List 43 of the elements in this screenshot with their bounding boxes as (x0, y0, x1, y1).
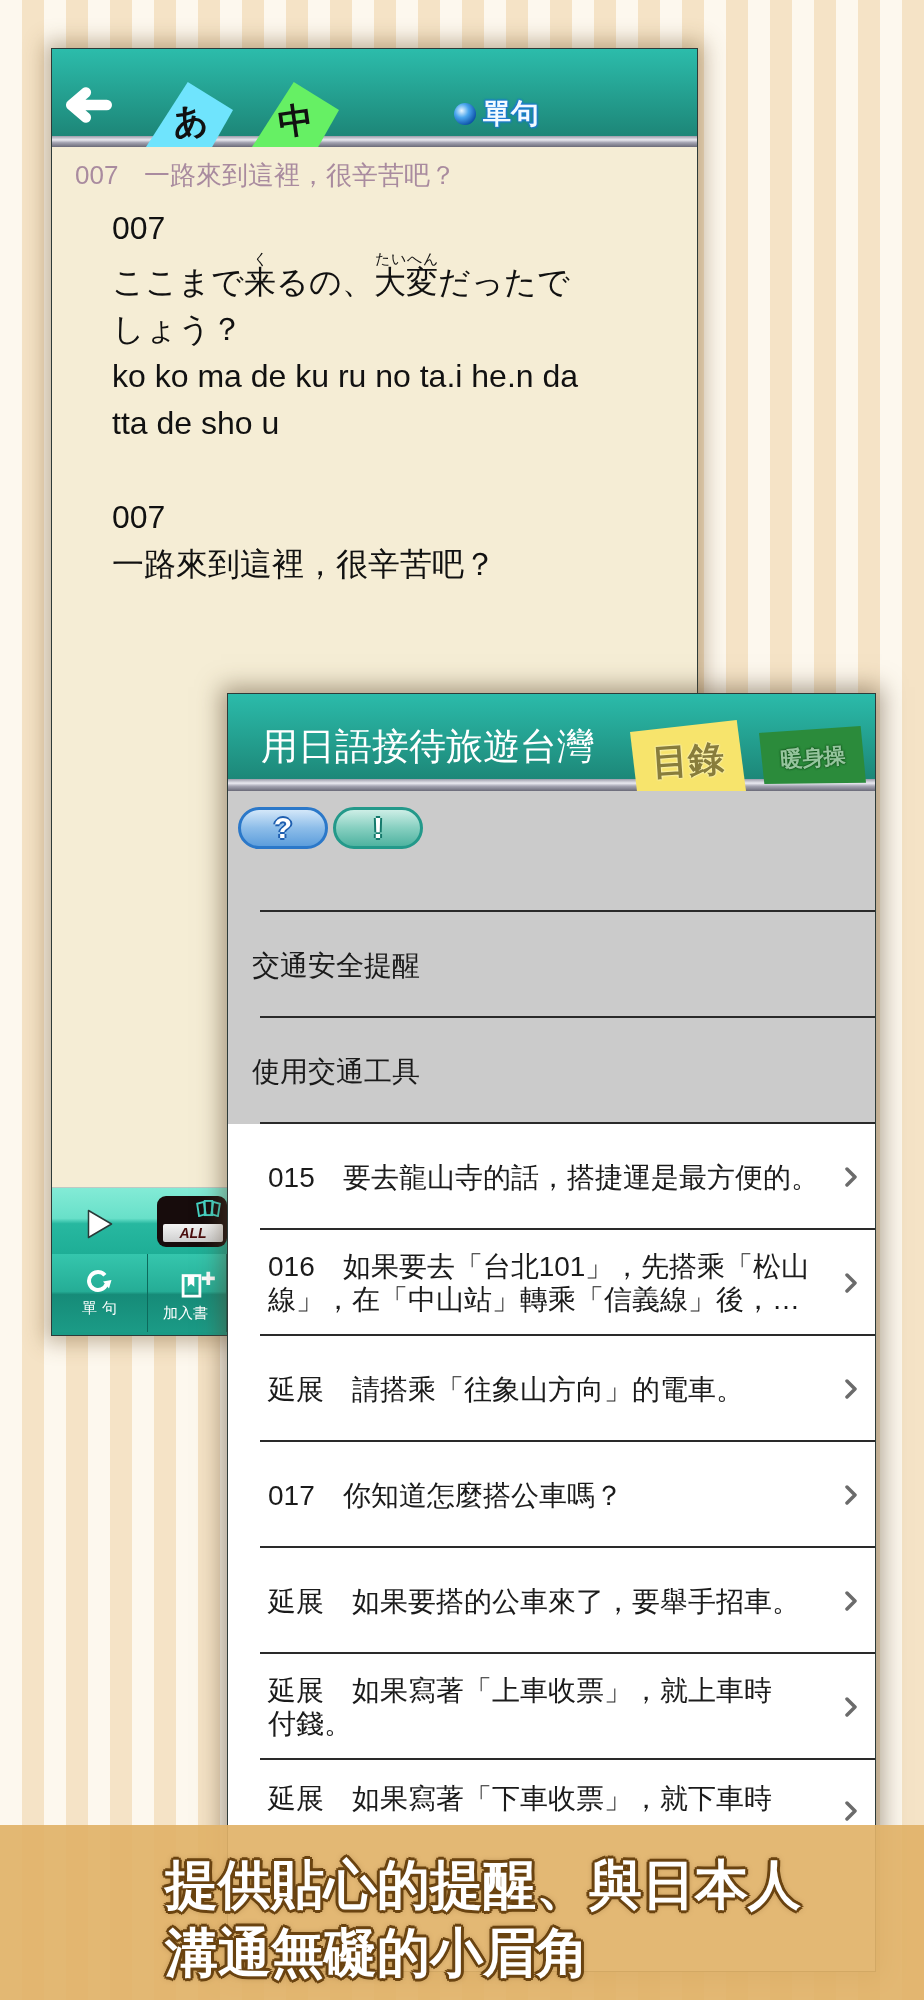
section-title: 交通安全提醒 (252, 948, 420, 982)
phrase-text: 017 你知道怎麼搭公車嗎？ (268, 1478, 623, 1512)
language-tab[interactable]: 中 (252, 82, 339, 147)
list-row[interactable]: 015 要去龍山寺的話，搭捷運是最方便的。 (228, 1124, 875, 1230)
chevron-icon (845, 1485, 857, 1505)
chinese-translation: 一路來到這裡，很辛苦吧？ (112, 545, 496, 584)
list-row[interactable]: 016 如果要去「台北101」，先搭乘「松山 線」，在「中山站」轉乘「信義線」後，… (228, 1230, 875, 1336)
language-tab[interactable]: あ (146, 82, 233, 147)
phrase-text: 延展 請搭乘「往象山方向」的電車。 (268, 1372, 744, 1406)
sentence-mode-button[interactable]: 單 句 (52, 1254, 148, 1332)
phrase-text: 延展 如果寫著「上車收票」，就上車時 付錢。 (268, 1674, 772, 1740)
dot-icon (454, 103, 476, 125)
sentence-number: 007 (112, 498, 166, 537)
chevron-icon (845, 1379, 857, 1399)
list-row[interactable]: 延展 如果寫著「上車收票」，就上車時 付錢。 (228, 1654, 875, 1760)
mode-label: 單句 (483, 97, 539, 131)
list-row[interactable]: 延展 如果寫著「下車收票」，就下車時 (228, 1760, 875, 1824)
play-icon[interactable] (87, 1209, 113, 1239)
repeat-all-button[interactable]: ALL (157, 1196, 227, 1247)
phrase-text: 015 要去龍山寺的話，搭捷運是最方便的。 (268, 1160, 819, 1194)
chevron-icon (845, 1273, 857, 1293)
chevron-icon (845, 1167, 857, 1187)
phrase-text: 延展 如果寫著「下車收票」，就下車時 (268, 1782, 772, 1815)
cards-icon (194, 1200, 223, 1217)
bookmark-plus-icon (180, 1270, 217, 1298)
banner-caption: 提供貼心的提醒、與日本人 溝通無礙的小眉角 (165, 1854, 801, 1984)
sentence-number: 007 (112, 209, 166, 248)
app-title: 用日語接待旅遊台灣 (261, 726, 594, 768)
phrase-text: 延展 如果要搭的公車來了，要舉手招車。 (268, 1584, 800, 1618)
phrase-text: 016 如果要去「台北101」，先搭乘「松山 線」，在「中山站」轉乘「信義線」後，… (268, 1250, 810, 1316)
chevron-icon (845, 1697, 857, 1717)
refresh-icon (87, 1270, 112, 1293)
romaji-text: ko ko ma de ku ru no ta.i he.n da tta de sho u (112, 357, 580, 443)
list-row[interactable]: 延展 如果要搭的公車來了，要舉手招車。 (228, 1548, 875, 1654)
chevron-icon (845, 1801, 857, 1821)
japanese-sentence: ここまで来 く るの、大変 たいへん だったでしょう？ (112, 252, 571, 349)
sentence-title: 007 一路來到這裡，很辛苦吧？ (75, 159, 458, 192)
list-row[interactable]: 017 你知道怎麼搭公車嗎？ (228, 1442, 875, 1548)
back-icon[interactable] (66, 87, 112, 123)
section-title: 使用交通工具 (252, 1054, 420, 1088)
add-bookmark-button[interactable]: 加入書 (148, 1254, 227, 1332)
chevron-icon (845, 1591, 857, 1611)
list-row[interactable]: 延展 請搭乘「往象山方向」的電車。 (228, 1336, 875, 1442)
